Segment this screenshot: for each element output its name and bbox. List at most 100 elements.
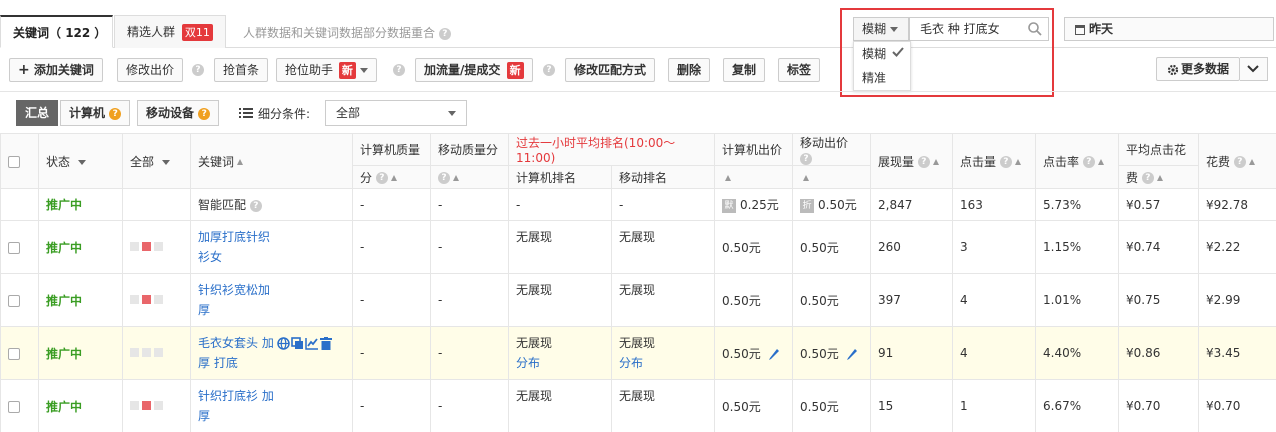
header-pc-bid[interactable]: 计算机出价 <box>714 133 793 166</box>
mobile-rank-cell: 无展现 <box>611 220 715 274</box>
more-data-button[interactable]: 更多数据 <box>1156 57 1240 81</box>
header-mobile-bid[interactable]: 移动出价 ? <box>792 133 871 166</box>
header-pc-quality-label: 计算机质量 <box>360 143 421 157</box>
filter-condition-select[interactable]: 全部 <box>325 100 467 126</box>
header-cost[interactable]: 花费 ? <box>1198 133 1276 189</box>
header-status[interactable]: 状态 <box>38 133 123 189</box>
pencil-icon[interactable] <box>767 347 781 361</box>
sort-icon <box>932 159 939 165</box>
plus-icon: + <box>18 62 30 78</box>
header-avg-cpc[interactable]: 平均点击花 <box>1118 133 1199 166</box>
help-icon: ? <box>109 107 122 120</box>
tag-button[interactable]: 标签 <box>778 58 821 82</box>
delete-button[interactable]: 删除 <box>668 58 711 82</box>
avg-cpc-cell: ¥0.70 <box>1118 379 1199 432</box>
cost-cell: ¥0.70 <box>1198 379 1276 432</box>
tab-pc[interactable]: 计算机 ? <box>60 100 131 126</box>
header-avg-cpc-2[interactable]: 费 ? <box>1118 165 1199 189</box>
keyword-link[interactable]: 针织衫宽松加厚 <box>198 280 270 320</box>
select-all-checkbox[interactable] <box>8 155 20 168</box>
pc-rank-value: 无展现 <box>516 336 553 350</box>
help-icon[interactable]: ? <box>192 64 204 76</box>
mobile-bid-cell[interactable]: 0.50元 <box>792 326 871 380</box>
mobile-quality-cell: - <box>430 220 509 274</box>
header-ctr[interactable]: 点击率 ? <box>1035 133 1119 189</box>
pc-bid-cell[interactable]: 0.50元 <box>714 379 793 432</box>
clicks-cell: 163 <box>952 188 1036 221</box>
pc-bid-cell[interactable]: 0.50元 <box>714 273 793 327</box>
discount-tag-icon: 折 <box>800 198 814 213</box>
keyword-cell: 毛衣女套头 加厚 打底 <box>190 326 353 380</box>
header-pc-quality[interactable]: 计算机质量 <box>352 133 431 166</box>
tab-summary-label: 汇总 <box>25 106 50 120</box>
trash-icon[interactable] <box>319 337 332 351</box>
mobile-bid-cell[interactable]: 折 0.50元 <box>792 188 871 221</box>
header-clicks[interactable]: 点击量 ? <box>952 133 1036 189</box>
header-keyword[interactable]: 关键词 <box>190 133 353 189</box>
grab-top-button[interactable]: 抢首条 <box>214 58 269 82</box>
header-impressions[interactable]: 展现量 ? <box>870 133 953 189</box>
more-data-dropdown[interactable] <box>1240 57 1268 81</box>
header-pc-rank: 计算机排名 <box>508 165 612 189</box>
pc-bid-cell[interactable]: 默 0.25元 <box>714 188 793 221</box>
pc-rank-distribution-link[interactable]: 分布 <box>516 356 540 370</box>
mobile-rank-distribution-link[interactable]: 分布 <box>619 356 643 370</box>
mobile-bid-cell[interactable]: 0.50元 <box>792 379 871 432</box>
header-mobile-quality-2[interactable]: ? <box>430 165 509 189</box>
pc-bid-cell[interactable]: 0.50元 <box>714 220 793 274</box>
header-clicks-label: 点击量 <box>960 154 997 169</box>
keyword-line-1: 针织衫宽松加 <box>198 283 271 297</box>
tab-summary[interactable]: 汇总 <box>16 100 59 126</box>
row-checkbox[interactable] <box>8 400 20 413</box>
impressions-cell: 397 <box>870 273 953 327</box>
tab-pc-label: 计算机 <box>69 106 106 120</box>
row-checkbox[interactable] <box>8 347 20 360</box>
help-icon[interactable]: ? <box>393 64 405 76</box>
mobile-quality-cell: - <box>430 379 509 432</box>
add-keyword-button[interactable]: + 添加关键词 <box>9 58 103 82</box>
row-checkbox[interactable] <box>8 294 20 307</box>
modify-match-button[interactable]: 修改匹配方式 <box>565 58 656 82</box>
header-ctr-label: 点击率 <box>1043 154 1080 169</box>
help-icon[interactable]: ? <box>249 199 262 212</box>
header-mobile-bid-2[interactable] <box>792 165 871 189</box>
trend-chart-icon[interactable] <box>305 337 319 350</box>
sort-icon <box>390 175 397 181</box>
pc-bid-cell[interactable]: 0.50元 <box>714 326 793 380</box>
keyword-line-1: 针织打底衫 加 <box>198 389 274 403</box>
tab-mobile[interactable]: 移动设备 ? <box>137 100 220 126</box>
keyword-link[interactable]: 毛衣女套头 加厚 打底 <box>198 333 332 374</box>
help-icon[interactable]: ? <box>543 64 555 76</box>
help-icon[interactable]: ? <box>438 27 451 40</box>
grab-assist-button[interactable]: 抢位助手 新 <box>276 58 377 82</box>
row-checkbox[interactable] <box>8 241 20 254</box>
header-select-all[interactable] <box>0 133 39 189</box>
header-hour-rank: 过去一小时平均排名(10:00～11:00) <box>508 133 715 166</box>
tab-keywords[interactable]: 关键词（ 122 ） <box>0 15 113 48</box>
date-select[interactable]: 昨天 <box>1064 17 1274 41</box>
mobile-bid-cell[interactable]: 0.50元 <box>792 273 871 327</box>
mobile-bid-cell[interactable]: 0.50元 <box>792 220 871 274</box>
mobile-bid-value: 0.50元 <box>800 346 839 361</box>
boost-button[interactable]: 加流量/提成交 新 <box>415 58 533 82</box>
header-mobile-quality[interactable]: 移动质量分 <box>430 133 509 166</box>
modify-bid-button[interactable]: 修改出价 <box>117 58 184 82</box>
header-pc-bid-2[interactable] <box>714 165 793 189</box>
boost-label: 加流量/提成交 <box>424 63 501 77</box>
modify-bid-label: 修改出价 <box>126 63 175 77</box>
keyword-line-1: 加厚打底针织 <box>198 230 271 244</box>
pc-bid-value: 0.25元 <box>740 198 779 212</box>
header-all[interactable]: 全部 <box>122 133 191 189</box>
copy-button[interactable]: 复制 <box>723 58 766 82</box>
tab-crowd[interactable]: 精选人群 双11 <box>114 15 226 48</box>
table-row: 推广中 针织衫宽松加厚 - - 无展现 无展现 0.50元 0.50元 397 … <box>0 273 1276 327</box>
keyword-link[interactable]: 针织打底衫 加厚 <box>198 386 274 426</box>
copy-icon[interactable] <box>291 337 304 350</box>
keyword-line-2: 厚 打底 <box>198 356 238 371</box>
keyword-link[interactable]: 加厚打底针织 衫女 <box>198 227 270 267</box>
pencil-icon[interactable] <box>845 347 859 361</box>
globe-icon[interactable] <box>277 337 290 350</box>
pc-quality-cell: - <box>352 188 431 221</box>
filter-condition-label: 细分条件: <box>258 107 311 121</box>
header-pc-quality-2[interactable]: 分 ? <box>352 165 431 189</box>
